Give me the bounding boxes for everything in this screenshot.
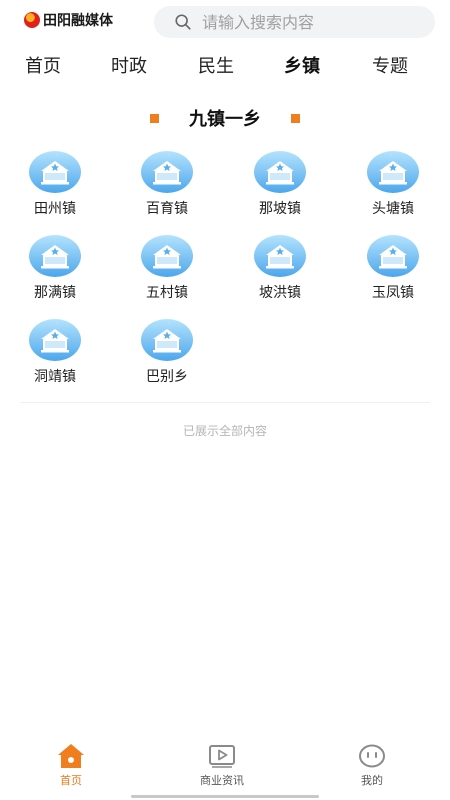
divider (20, 402, 430, 403)
town-item[interactable]: 田州镇 (10, 150, 100, 218)
search-icon (175, 14, 191, 30)
list-end-text: 已展示全部内容 (182, 424, 267, 438)
brand-logo[interactable]: 田阳融媒体 (24, 10, 113, 30)
town-name: 那满镇 (34, 285, 76, 301)
town-hall-icon (29, 151, 81, 193)
search-input[interactable] (202, 12, 402, 32)
nav-business-news[interactable]: 商业资讯 (172, 742, 272, 788)
tab-topics[interactable]: 专题 (372, 52, 408, 78)
home-indicator (131, 795, 319, 798)
town-hall-icon (29, 319, 81, 361)
video-icon (209, 745, 235, 768)
home-icon (58, 744, 84, 768)
town-name: 百育镇 (146, 201, 188, 217)
town-name: 玉凤镇 (372, 285, 414, 301)
town-item[interactable]: 坡洪镇 (235, 234, 325, 302)
town-item[interactable]: 玉凤镇 (348, 234, 438, 302)
town-name: 那坡镇 (259, 201, 301, 217)
town-name: 洞靖镇 (34, 369, 76, 385)
face-icon (359, 744, 385, 768)
town-hall-icon (254, 235, 306, 277)
town-hall-icon (29, 235, 81, 277)
tab-politics[interactable]: 时政 (111, 52, 147, 78)
section-marker-left (150, 113, 159, 123)
town-item[interactable]: 头塘镇 (348, 150, 438, 218)
tab-home[interactable]: 首页 (25, 52, 61, 78)
nav-business-news-label: 商业资讯 (200, 774, 244, 787)
town-item[interactable]: 那满镇 (10, 234, 100, 302)
nav-profile-label: 我的 (361, 774, 383, 787)
town-name: 巴别乡 (146, 369, 188, 385)
search-bar[interactable] (154, 6, 435, 38)
town-hall-icon (141, 235, 193, 277)
nav-home-label: 首页 (60, 774, 82, 787)
town-name: 坡洪镇 (259, 285, 301, 301)
tab-towns[interactable]: 乡镇 (284, 52, 320, 78)
top-bar: 田阳融媒体 (0, 0, 450, 44)
town-name: 五村镇 (146, 285, 188, 301)
section-title: 九镇一乡 (189, 109, 261, 130)
category-tabs: 首页 时政 民生 乡镇 专题 (0, 48, 450, 88)
town-item[interactable]: 那坡镇 (235, 150, 325, 218)
section-header: 九镇一乡 (0, 104, 450, 132)
town-hall-icon (141, 151, 193, 193)
section-marker-right (291, 113, 300, 123)
brand-name: 田阳融媒体 (43, 13, 113, 29)
tab-livelihood[interactable]: 民生 (198, 52, 234, 78)
logo-icon (24, 12, 40, 28)
town-item[interactable]: 巴别乡 (122, 318, 212, 386)
town-hall-icon (367, 151, 419, 193)
bottom-nav: 首页 商业资讯 我的 (0, 734, 450, 800)
town-hall-icon (141, 319, 193, 361)
town-hall-icon (367, 235, 419, 277)
town-item[interactable]: 百育镇 (122, 150, 212, 218)
town-item[interactable]: 五村镇 (122, 234, 212, 302)
town-name: 头塘镇 (372, 201, 414, 217)
town-item[interactable]: 洞靖镇 (10, 318, 100, 386)
nav-profile[interactable]: 我的 (322, 742, 422, 788)
town-hall-icon (254, 151, 306, 193)
nav-home[interactable]: 首页 (21, 742, 121, 788)
town-name: 田州镇 (34, 201, 76, 217)
